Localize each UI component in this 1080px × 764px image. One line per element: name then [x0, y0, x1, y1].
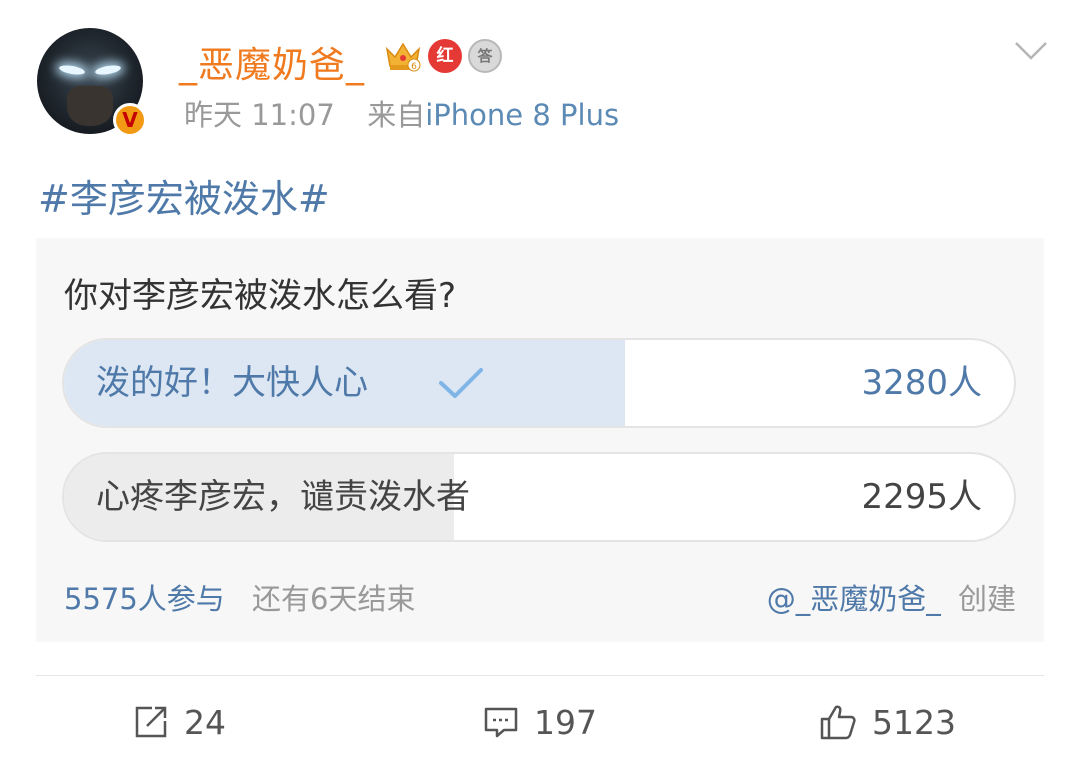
checkmark-icon — [439, 368, 483, 398]
user-badges: 6 红 答 — [384, 39, 502, 73]
post-source[interactable]: iPhone 8 Plus — [425, 98, 619, 132]
poll-card: 你对李彦宏被泼水怎么看? 泼的好！大快人心 3280人 心疼李彦宏，谴责泼水者 … — [36, 238, 1044, 642]
comment-button[interactable]: 197 — [482, 694, 597, 750]
poll-option-count: 2295人 — [861, 477, 982, 517]
like-button[interactable]: 5123 — [818, 694, 956, 750]
post-time: 昨天 11:07 — [184, 98, 335, 132]
poll-option-label: 泼的好！大快人心 — [96, 363, 368, 403]
poll-option-count: 3280人 — [861, 363, 982, 403]
weibo-post: V _恶魔奶爸_ 6 红 答 昨天 11:07 来自iPhone 8 Plus … — [0, 0, 1080, 764]
share-count: 24 — [184, 702, 226, 742]
divider — [36, 675, 1044, 676]
svg-text:6: 6 — [411, 62, 417, 72]
poll-question: 你对李彦宏被泼水怎么看? — [64, 276, 457, 316]
topic-hashtag[interactable]: #李彦宏被泼水# — [38, 168, 330, 223]
poll-creator-link[interactable]: @_恶魔奶爸_ — [767, 582, 941, 616]
share-button[interactable]: 24 — [132, 694, 226, 750]
silver-medal-icon[interactable]: 答 — [468, 39, 502, 73]
poll-footer: 5575人参与 还有6天结束 @_恶魔奶爸_ 创建 — [64, 576, 1016, 618]
username[interactable]: _恶魔奶爸_ — [179, 36, 365, 88]
post-meta: 昨天 11:07 来自iPhone 8 Plus — [184, 92, 619, 134]
poll-remaining: 还有6天结束 — [252, 582, 416, 616]
poll-option-label: 心疼李彦宏，谴责泼水者 — [96, 477, 470, 517]
crown-icon[interactable]: 6 — [384, 39, 422, 73]
poll-option[interactable]: 泼的好！大快人心 3280人 — [62, 338, 1016, 428]
comment-count: 197 — [534, 702, 597, 742]
poll-creator: @_恶魔奶爸_ 创建 — [767, 576, 1016, 618]
share-icon — [135, 706, 167, 738]
source-prefix: 来自 — [367, 98, 426, 132]
verified-badge-icon: V — [113, 103, 147, 137]
avatar-eye — [94, 63, 122, 77]
red-medal-icon[interactable]: 红 — [428, 39, 462, 73]
like-count: 5123 — [872, 702, 956, 742]
thumbs-up-icon — [820, 705, 856, 740]
poll-created-label: 创建 — [957, 582, 1016, 616]
chevron-down-icon[interactable] — [1014, 40, 1048, 62]
poll-participants[interactable]: 5575人参与 — [64, 582, 225, 616]
comment-icon — [484, 707, 518, 738]
poll-option[interactable]: 心疼李彦宏，谴责泼水者 2295人 — [62, 452, 1016, 542]
avatar-face — [67, 86, 113, 126]
avatar-eye — [58, 63, 86, 77]
